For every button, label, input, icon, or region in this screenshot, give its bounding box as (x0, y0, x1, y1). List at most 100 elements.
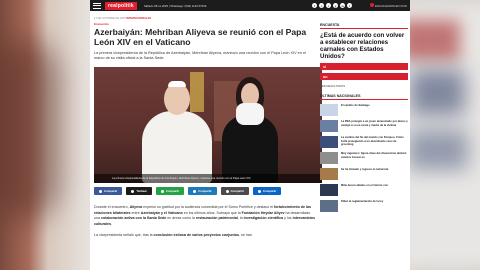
body-bold: investigación científica (243, 216, 284, 221)
body-text: La vicepresidenta señaló que, tras la (94, 233, 154, 238)
news-title: Se ha iniciado y regresó el camarista (341, 168, 389, 171)
share-label: Twittear (136, 189, 147, 194)
poll-option-no[interactable]: NO (320, 73, 408, 80)
blur-shape (0, 40, 60, 220)
email-icon (225, 189, 229, 193)
photo-caption: La primera vicepresidenta de la Repúblic… (94, 174, 322, 184)
share-button[interactable]: Compartir (155, 187, 185, 196)
poll-header: ENCUESTA (320, 23, 408, 29)
news-thumbnail (320, 136, 338, 148)
news-thumbnail (320, 184, 338, 196)
share-label: Compartir (165, 189, 180, 194)
news-title: Milei buscó aliados en el interior con (341, 184, 389, 187)
x-icon (131, 189, 135, 193)
share-button[interactable]: Compartir (188, 187, 217, 196)
youtube-icon[interactable]: y (333, 3, 339, 8)
article-date: 17 DE OCTUBRE DE 2025 (94, 17, 126, 20)
national-news-item[interactable]: Piden la reglamentación de la ley (320, 200, 408, 212)
body-text: , se han (239, 233, 252, 238)
header-date: Sábado 08.11.2025 | Whatsapp: (549) 1129… (143, 3, 207, 8)
news-thumbnail (320, 200, 338, 212)
share-label: Compartir (263, 189, 277, 194)
facebook-icon[interactable]: f (312, 3, 318, 8)
news-title: Piden la reglamentación de la ley (341, 200, 384, 203)
news-title: La cumbre del fin del mundo con Pompeo, … (341, 136, 404, 147)
body-bold: Aliyeva (129, 205, 143, 210)
body-bold: colaboración activa con la Santa Sede (101, 216, 167, 221)
body-text: y los (283, 216, 293, 221)
article-photo[interactable]: La primera vicepresidenta de la Repúblic… (94, 67, 322, 184)
article-lead: La primera vicepresidenta de la Repúblic… (94, 51, 306, 61)
national-news-item[interactable]: El cambio de Santiago (320, 104, 408, 116)
news-title: Muy ingeniero: figura clave del chacaris… (341, 152, 407, 159)
body-paragraph: Durante el encuentro, Aliyeva expresó su… (94, 205, 316, 227)
whatsapp-icon (160, 189, 164, 193)
national-news-item[interactable]: Se ha iniciado y regresó el camarista (320, 168, 408, 180)
whatsapp-icon[interactable]: w (340, 3, 346, 8)
news-title: El cambio de Santiago (341, 104, 370, 107)
photo-pope-zucchetto (168, 81, 186, 88)
telegram-icon (193, 189, 197, 193)
body-text: Durante el encuentro, (94, 205, 130, 210)
top-bar: realpolitik Sábado 08.11.2025 | Whatsapp… (90, 0, 410, 11)
article-meta: 17 DE OCTUBRE DE 2025 INTERNACIONALES (94, 17, 316, 20)
body-paragraph: La vicepresidenta señaló que, tras la co… (94, 233, 316, 238)
news-title: La PBA protegió a un joven denunciado po… (341, 120, 408, 127)
poll-option-yes[interactable]: SÍ (320, 63, 408, 70)
national-news-item[interactable]: Muy ingeniero: figura clave del chacaris… (320, 152, 408, 164)
body-bold: restauración patrimonial (195, 216, 238, 221)
share-button[interactable]: Twittear (126, 187, 152, 196)
national-news-item[interactable]: La cumbre del fin del mundo con Pompeo, … (320, 136, 408, 148)
header-links: ESCUCHANOS EN VIVO (370, 3, 407, 8)
article-body: Durante el encuentro, Aliyeva expresó su… (94, 205, 316, 238)
sidebar: ENCUESTA ¿Está de acuerdo con volver a e… (320, 23, 408, 212)
blur-shape (408, 130, 468, 170)
blur-shape (410, 70, 465, 115)
section-tag: Encuentro (94, 22, 109, 26)
photo-aliyeva-figure (222, 115, 278, 184)
article-headline: Azerbaiyán: Mehriban Aliyeva se reunió c… (94, 27, 307, 47)
article-section-link[interactable]: INTERNACIONALES (126, 17, 151, 20)
linkedin-icon (258, 189, 262, 193)
poll-question: ¿Está de acuerdo con volver a establecer… (320, 32, 405, 60)
news-thumbnail (320, 120, 338, 132)
body-bold: conclusión exitosa de varios proyectos c… (153, 233, 240, 238)
photo-aliyeva-scarf (236, 103, 264, 126)
live-radio-link[interactable]: ESCUCHANOS EN VIVO (370, 3, 407, 8)
article-column: 17 DE OCTUBRE DE 2025 INTERNACIONALES En… (94, 17, 322, 244)
instagram-icon[interactable]: i (326, 3, 332, 8)
share-label: Compartir (104, 189, 118, 194)
social-links: f t i y w l (312, 3, 353, 8)
body-text: en los últimos años. Subrayó que la (182, 210, 242, 215)
news-thumbnail (320, 168, 338, 180)
share-label: Compartir (230, 189, 245, 194)
share-buttons: Compartir Twittear Compartir Compartir Compa… (94, 187, 316, 196)
linkedin-icon[interactable]: l (347, 3, 353, 8)
photo-pope-figure (142, 111, 212, 184)
national-news-item[interactable]: La PBA protegió a un joven denunciado po… (320, 120, 408, 132)
body-bold: Fundación Heydar Aliyev (241, 210, 285, 215)
photo-flag (190, 72, 204, 113)
share-label: Compartir (198, 189, 212, 194)
body-bold: Azerbaiyán y el Vaticano (140, 210, 183, 215)
share-button[interactable]: Compartir (94, 187, 123, 196)
news-thumbnail (320, 104, 338, 116)
news-thumbnail (320, 152, 338, 164)
twitter-icon[interactable]: t (319, 3, 325, 8)
body-text: . (110, 221, 112, 226)
body-text: en áreas como la (166, 216, 196, 221)
news-page: realpolitik Sábado 08.11.2025 | Whatsapp… (90, 0, 410, 270)
share-button[interactable]: Compartir (253, 187, 282, 196)
latest-national-header: ÚLTIMAS NACIONALES (320, 94, 408, 100)
site-logo[interactable]: realpolitik (105, 1, 137, 10)
facebook-icon (99, 189, 102, 193)
hamburger-menu-icon[interactable] (93, 2, 101, 9)
body-text: expresó su gratitud por la audiencia con… (142, 205, 275, 210)
national-news-item[interactable]: Milei buscó aliados en el interior con (320, 184, 408, 196)
body-text: entre (130, 210, 141, 215)
share-button[interactable]: Compartir (220, 187, 250, 196)
live-dot-icon (370, 3, 375, 7)
latest-national-list: El cambio de Santiago La PBA protegió a u… (320, 104, 408, 212)
poll-results-link[interactable]: VER RESULTADOS (320, 84, 408, 88)
live-label: ESCUCHANOS EN VIVO (375, 4, 407, 8)
